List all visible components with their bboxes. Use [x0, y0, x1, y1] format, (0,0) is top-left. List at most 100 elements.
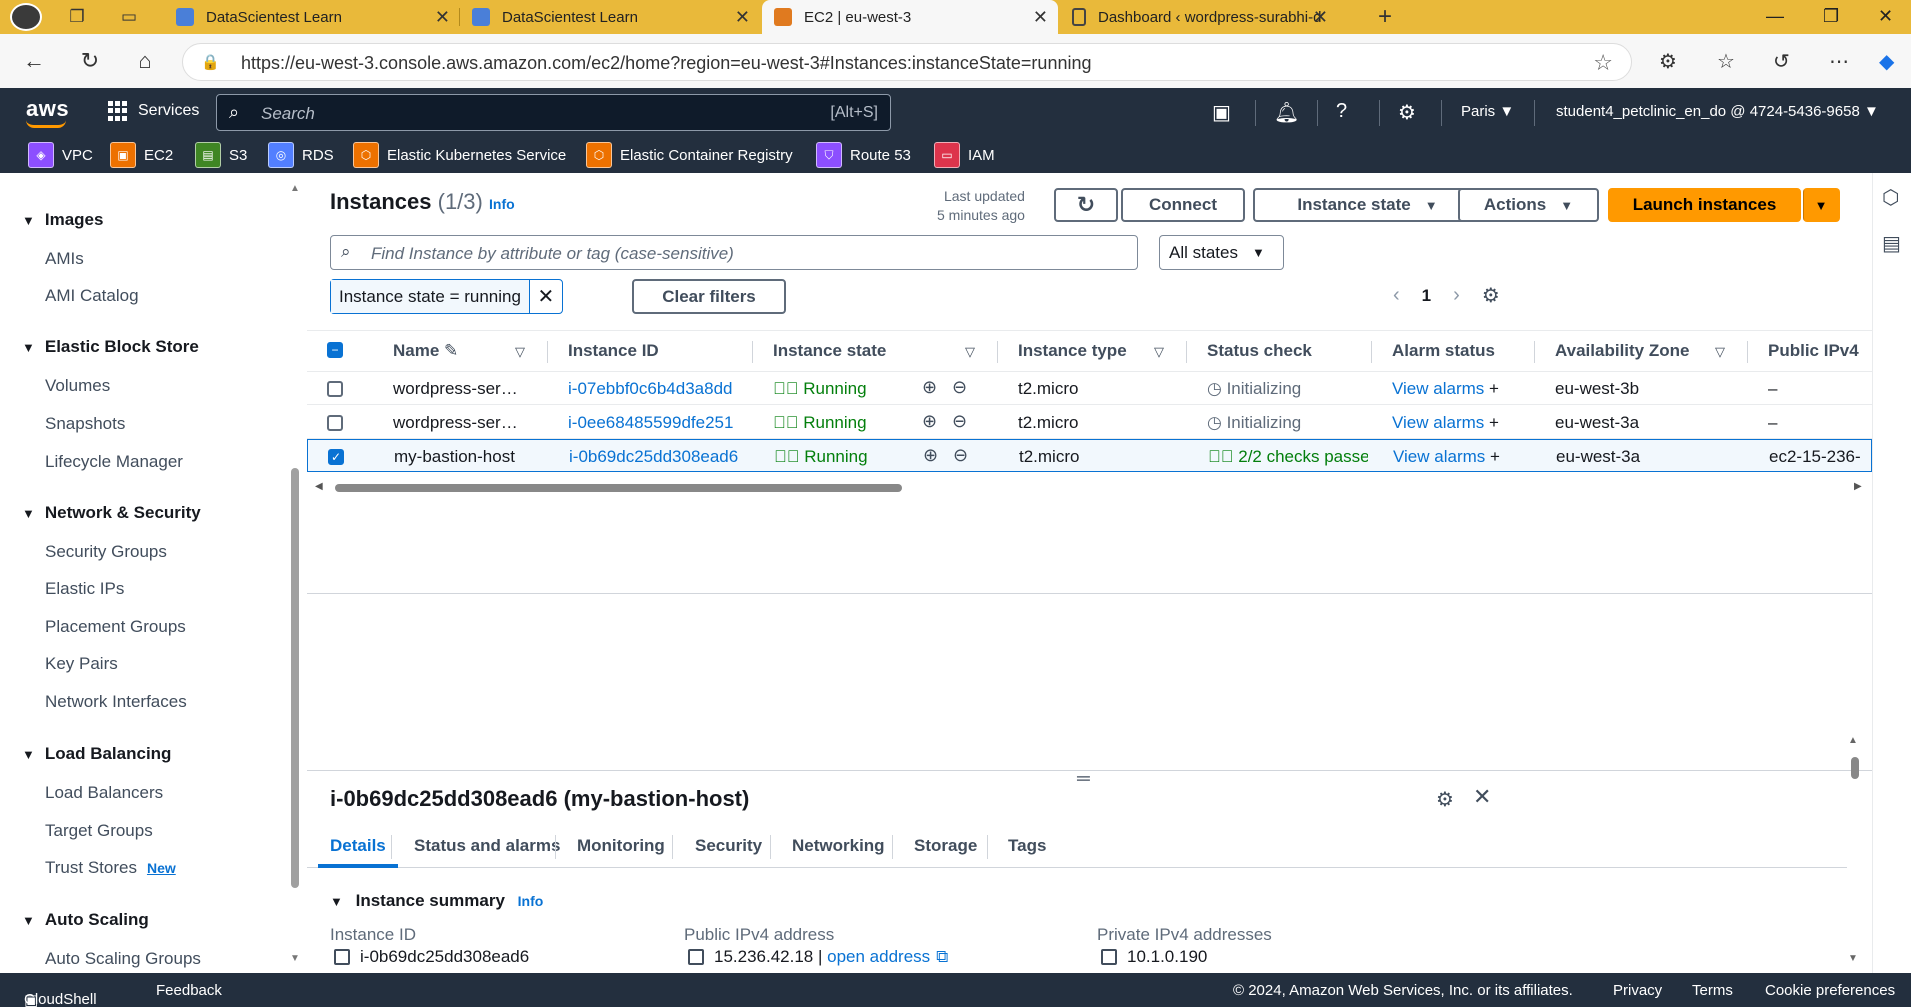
extensions-icon[interactable]: ⚙ — [1659, 49, 1677, 74]
chevron-left-icon[interactable]: ‹ — [1393, 284, 1400, 307]
tab-actions-icon[interactable]: ▭ — [118, 6, 140, 28]
close-tab-icon[interactable]: ✕ — [435, 7, 450, 28]
services-menu[interactable]: Services — [108, 101, 199, 121]
scroll-up-icon[interactable]: ▲ — [290, 183, 300, 194]
sidebar-item-security-groups[interactable]: Security Groups — [45, 542, 167, 562]
info-link[interactable]: Info — [518, 893, 544, 909]
view-alarms-link[interactable]: View alarms + — [1392, 413, 1499, 433]
connect-button[interactable]: Connect — [1121, 188, 1245, 222]
plus-icon[interactable]: + — [1489, 413, 1499, 432]
favorite-iam[interactable]: ▭ IAM — [934, 142, 995, 168]
info-panel-icon[interactable]: ⬡ — [1882, 185, 1899, 210]
new-tab-button[interactable]: + — [1374, 5, 1396, 29]
plus-icon[interactable]: + — [1489, 379, 1499, 398]
instance-state-button[interactable]: Instance state ▼ — [1253, 188, 1482, 222]
scroll-down-icon[interactable]: ▼ — [1848, 953, 1858, 964]
find-instance-input[interactable]: ⌕ Find Instance by attribute or tag (cas… — [330, 235, 1138, 270]
home-icon[interactable]: ⌂ — [131, 48, 159, 74]
column-header-availability-zone[interactable]: Availability Zone — [1555, 341, 1689, 361]
account-menu[interactable]: student4_petclinic_en_do @ 4724-5436-965… — [1556, 103, 1879, 120]
close-tab-icon[interactable]: ✕ — [735, 7, 750, 28]
select-all-checkbox[interactable]: − — [327, 342, 343, 358]
help-icon[interactable]: ? — [1336, 100, 1347, 123]
favorite-eks[interactable]: ⬡ Elastic Kubernetes Service — [353, 142, 566, 168]
row-checkbox[interactable] — [327, 415, 343, 431]
zoom-out-icon[interactable]: ⊖ — [952, 411, 967, 432]
sidebar-section-images[interactable]: ▼ Images — [22, 210, 103, 230]
reload-icon[interactable]: ↻ — [76, 48, 104, 74]
sidebar-item-trust-stores[interactable]: Trust Stores New — [45, 858, 176, 878]
table-row[interactable]: wordpress-ser… i-07ebbf0c6b4d3a8dd ✓⃝ Ru… — [307, 372, 1872, 405]
view-alarms-link[interactable]: View alarms + — [1393, 447, 1500, 467]
cookie-preferences-link[interactable]: Cookie preferences — [1765, 982, 1895, 999]
tab-monitoring[interactable]: Monitoring — [577, 836, 665, 856]
favorite-rds[interactable]: ◎ RDS — [268, 142, 334, 168]
sidebar-item-ami-catalog[interactable]: AMI Catalog — [45, 286, 139, 306]
privacy-link[interactable]: Privacy — [1613, 982, 1662, 999]
close-tab-icon[interactable]: ✕ — [1313, 7, 1328, 28]
tab-status-and-alarms[interactable]: Status and alarms — [414, 836, 560, 856]
scroll-up-icon[interactable]: ▲ — [1848, 735, 1858, 746]
more-menu-icon[interactable]: ⋯ — [1829, 49, 1849, 74]
favorite-route53[interactable]: ⛉ Route 53 — [816, 142, 911, 168]
favorite-ecr[interactable]: ⬡ Elastic Container Registry — [586, 142, 793, 168]
column-header-public-ipv4[interactable]: Public IPv4 — [1768, 341, 1859, 361]
detail-scrollbar[interactable]: ▲ ▼ — [1848, 735, 1862, 970]
external-link-icon[interactable]: ⧉ — [936, 947, 948, 967]
copy-icon[interactable] — [688, 949, 704, 965]
sidebar-section-network-security[interactable]: ▼ Network & Security — [22, 503, 201, 523]
instance-summary-header[interactable]: ▼ Instance summary Info — [330, 891, 543, 911]
filter-caret-icon[interactable]: ▽ — [515, 344, 525, 360]
profile-avatar[interactable] — [10, 3, 42, 31]
zoom-out-icon[interactable]: ⊖ — [952, 377, 967, 398]
table-horizontal-scrollbar[interactable]: ◀ ▶ — [307, 481, 1872, 495]
copy-icon[interactable] — [1101, 949, 1117, 965]
sidebar-item-lifecycle-manager[interactable]: Lifecycle Manager — [45, 452, 183, 472]
open-address-link[interactable]: open address — [827, 947, 930, 967]
zoom-in-icon[interactable]: ⊕ — [922, 411, 937, 432]
feedback-link[interactable]: Feedback — [156, 982, 222, 999]
sidebar-item-auto-scaling-groups[interactable]: Auto Scaling Groups — [45, 949, 201, 969]
sidebar-item-target-groups[interactable]: Target Groups — [45, 821, 153, 841]
filter-caret-icon[interactable]: ▽ — [1154, 344, 1164, 360]
instance-id-link[interactable]: i-0b69dc25dd308ead6 — [569, 447, 738, 467]
browser-tab-3-active[interactable]: EC2 | eu-west-3 ✕ — [762, 0, 1058, 34]
info-link[interactable]: Info — [489, 196, 515, 212]
column-header-name[interactable]: Name ✎ — [393, 341, 458, 361]
table-row-selected[interactable]: ✓ my-bastion-host i-0b69dc25dd308ead6 ✓⃝… — [307, 439, 1872, 472]
back-icon[interactable]: ← — [20, 48, 48, 74]
cloudshell-icon[interactable]: ▣ — [1212, 100, 1231, 125]
row-checkbox-checked[interactable]: ✓ — [328, 449, 344, 465]
tab-storage[interactable]: Storage — [914, 836, 977, 856]
chevron-right-icon[interactable]: › — [1453, 284, 1460, 307]
zoom-in-icon[interactable]: ⊕ — [923, 445, 938, 466]
states-filter-select[interactable]: All states ▼ — [1159, 235, 1284, 270]
notifications-bell-icon[interactable]: 🔔︎ — [1274, 100, 1299, 125]
site-info-icon[interactable]: 🔒 — [201, 53, 220, 71]
browser-tab-1[interactable]: DataScientest Learn ✕ — [164, 0, 460, 34]
column-header-status-check[interactable]: Status check — [1207, 341, 1312, 361]
minimize-icon[interactable]: — — [1766, 6, 1784, 27]
launch-instances-dropdown[interactable]: ▼ — [1803, 188, 1840, 222]
browser-tab-4[interactable]: Dashboard ‹ wordpress-surabhi-d ✕ — [1060, 0, 1338, 34]
detail-settings-gear-icon[interactable]: ⚙ — [1436, 787, 1454, 812]
filter-caret-icon[interactable]: ▽ — [965, 344, 975, 360]
plus-icon[interactable]: + — [1490, 447, 1500, 466]
restore-icon[interactable]: ❐ — [1823, 6, 1839, 27]
column-header-instance-state[interactable]: Instance state — [773, 341, 886, 361]
column-header-instance-type[interactable]: Instance type — [1018, 341, 1127, 361]
close-window-icon[interactable]: ✕ — [1878, 6, 1893, 27]
favorite-vpc[interactable]: ◈ VPC — [28, 142, 93, 168]
column-header-instance-id[interactable]: Instance ID — [568, 341, 659, 361]
sidebar-item-snapshots[interactable]: Snapshots — [45, 414, 125, 434]
sidebar-section-auto-scaling[interactable]: ▼ Auto Scaling — [22, 910, 149, 930]
resize-handle-icon[interactable]: ═ — [1077, 768, 1090, 789]
settings-gear-icon[interactable]: ⚙ — [1398, 100, 1416, 125]
instance-id-link[interactable]: i-07ebbf0c6b4d3a8dd — [568, 379, 732, 399]
copy-icon[interactable] — [334, 949, 350, 965]
favorites-icon[interactable]: ☆ — [1717, 49, 1735, 74]
scroll-left-icon[interactable]: ◀ — [315, 481, 323, 492]
zoom-in-icon[interactable]: ⊕ — [922, 377, 937, 398]
table-preferences-gear-icon[interactable]: ⚙ — [1482, 283, 1500, 308]
scroll-right-icon[interactable]: ▶ — [1854, 481, 1862, 492]
